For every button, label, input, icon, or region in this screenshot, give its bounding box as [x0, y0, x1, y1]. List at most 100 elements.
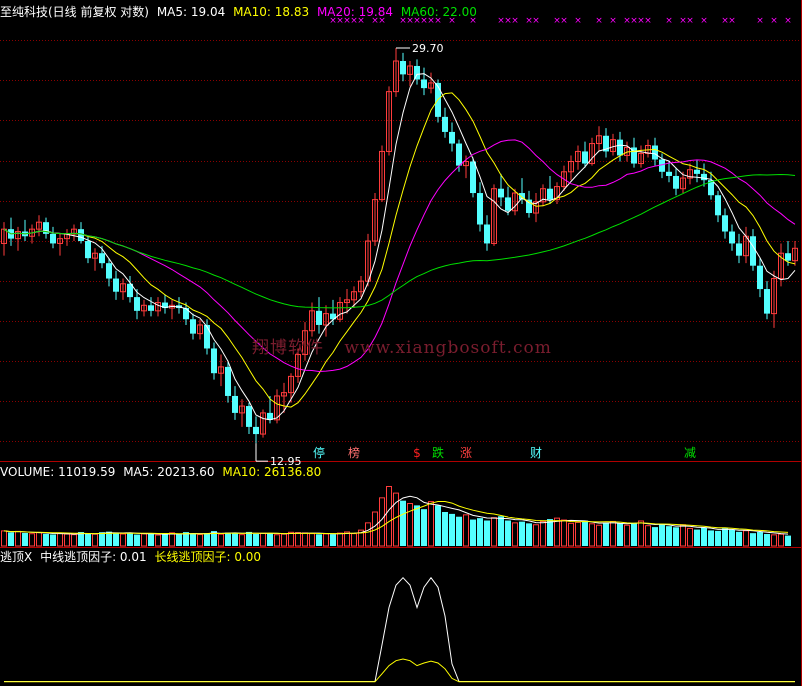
candle-body-down — [498, 188, 504, 198]
candle-body-down — [666, 171, 672, 176]
volume-bar-down — [22, 532, 28, 546]
volume-bar-up — [379, 497, 385, 547]
volume-bar-up — [120, 533, 126, 547]
volume-bar-down — [113, 532, 119, 546]
volume-legend: VOLUME: 11019.59 MA5: 20213.60 MA10: 261… — [0, 465, 325, 479]
candle-body-down — [470, 161, 476, 194]
volume-bar-down — [484, 520, 490, 546]
volume-bar-up — [407, 503, 413, 547]
volume-bar-up — [239, 534, 245, 547]
signal-x-marker: × — [560, 16, 568, 26]
candle-body-down — [50, 233, 56, 244]
candle-body-down — [617, 139, 623, 156]
volume-bar-down — [50, 534, 56, 546]
volume-bar-down — [442, 512, 448, 546]
candle-body-down — [400, 61, 406, 75]
volume-bar-down — [498, 516, 504, 546]
candle-body-down — [750, 236, 756, 266]
high-price-label: 29.70 — [412, 42, 444, 55]
volume-bar-up — [36, 532, 42, 547]
candle-body-down — [225, 366, 231, 396]
volume-bar-down — [134, 534, 140, 546]
volume-bar-up — [218, 533, 224, 547]
volume-bar-up — [638, 520, 644, 547]
volume-bar-up — [687, 527, 693, 547]
volume-bar-up — [309, 533, 315, 547]
volume-bar-down — [127, 532, 133, 546]
volume-value: VOLUME: 11019.59 — [0, 465, 116, 479]
volume-bar-up — [281, 533, 287, 547]
watermark-url: www.xiangbosoft.com — [344, 338, 552, 358]
signal-x-marker: × — [686, 16, 694, 26]
signal-marker: 停 — [313, 445, 325, 460]
signal-x-marker: × — [595, 16, 603, 26]
volume-bar-down — [225, 532, 231, 546]
volume-bar-down — [99, 532, 105, 546]
candle-body-down — [106, 263, 112, 279]
volume-bar-up — [491, 517, 497, 547]
signal-x-marker: × — [644, 16, 652, 26]
candle-body-down — [85, 241, 91, 259]
volume-ma5-value: MA5: 20213.60 — [123, 465, 215, 479]
candle-body-down — [722, 215, 728, 232]
stock-title: 至纯科技(日线 前复权 对数) — [0, 5, 149, 19]
volume-ma10-value: MA10: 26136.80 — [222, 465, 322, 479]
volume-bar-down — [190, 533, 196, 546]
candle-body-down — [421, 79, 427, 89]
volume-bar-down — [736, 531, 742, 546]
volume-bar-down — [176, 534, 182, 546]
volume-bar-up — [323, 533, 329, 547]
volume-bar-up — [351, 533, 357, 547]
volume-bar-down — [694, 529, 700, 546]
volume-bar-down — [421, 509, 427, 546]
volume-bar-up — [288, 531, 294, 547]
volume-bar-down — [330, 534, 336, 546]
volume-bar-up — [589, 523, 595, 547]
signal-x-marker: × — [770, 16, 778, 26]
volume-bar-up — [1, 530, 7, 547]
volume-bar-down — [526, 523, 532, 546]
signal-x-marker: × — [700, 16, 708, 26]
ma60-value: MA60: 22.00 — [400, 5, 477, 19]
ma20-value: MA20: 19.84 — [316, 5, 393, 19]
volume-bar-down — [603, 522, 609, 546]
indicator-name: 逃顶X — [0, 550, 33, 564]
volume-bar-down — [435, 505, 441, 546]
volume-bar-down — [148, 533, 154, 546]
volume-bar-down — [701, 527, 707, 546]
volume-bar-down — [204, 533, 210, 546]
volume-bar-down — [652, 527, 658, 546]
signal-marker: 榜 — [348, 445, 360, 460]
volume-bar-down — [617, 523, 623, 546]
signal-marker: 财 — [530, 446, 542, 460]
long-factor-value: 长线逃顶因子: 0.00 — [154, 550, 262, 564]
volume-bar-up — [624, 524, 630, 547]
volume-bar-down — [414, 505, 420, 546]
volume-bar-down — [449, 513, 455, 546]
candle-body-down — [736, 243, 742, 256]
volume-bar-up — [561, 519, 567, 547]
volume-bar-down — [582, 520, 588, 546]
volume-bar-up — [645, 525, 651, 547]
volume-bar-up — [57, 532, 63, 547]
volume-bar-down — [715, 530, 721, 546]
volume-bar-up — [568, 522, 574, 547]
volume-bar-down — [757, 532, 763, 546]
signal-x-marker: × — [728, 16, 736, 26]
candle-body-down — [442, 116, 448, 132]
candle-body-down — [582, 151, 588, 164]
signal-marker: 涨 — [460, 445, 472, 460]
ma10-value: MA10: 18.83 — [233, 5, 310, 19]
candle-body-down — [694, 169, 700, 174]
volume-bar-down — [43, 533, 49, 546]
volume-bar-down — [666, 526, 672, 546]
candle-body-down — [99, 253, 105, 264]
volume-bar-up — [337, 532, 343, 547]
volume-bar-up — [540, 520, 546, 547]
volume-bar-up — [428, 501, 434, 547]
candle-body-down — [449, 131, 455, 144]
candle-body-down — [673, 175, 679, 189]
signal-x-marker: × — [665, 16, 673, 26]
volume-bar-up — [596, 524, 602, 547]
volume-bar-up — [512, 522, 518, 547]
